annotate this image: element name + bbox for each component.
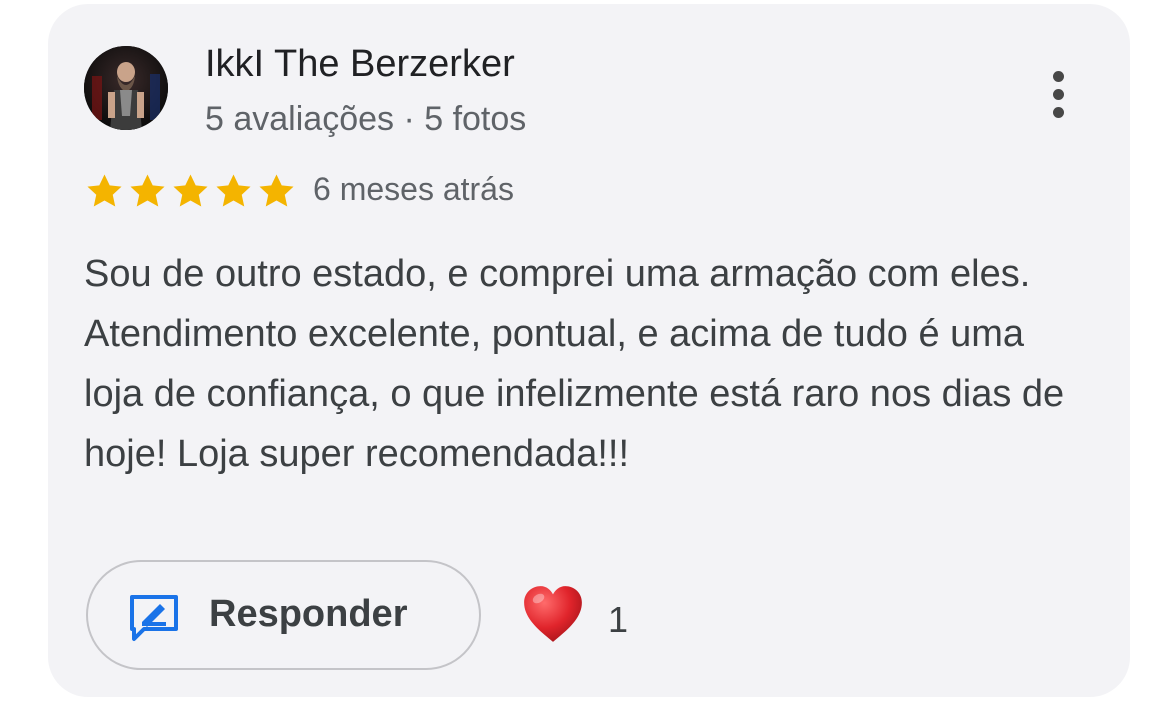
star-icon: [259, 174, 294, 207]
reply-button-label: Responder: [209, 593, 408, 635]
more-vert-icon-dot: [1052, 70, 1064, 82]
star-rating: [83, 170, 298, 213]
author-name[interactable]: IkkI The Berzerker: [205, 42, 515, 88]
avatar-photo-icon: [84, 46, 168, 130]
review-text: Sou de outro estado, e comprei uma armaç…: [84, 253, 1065, 475]
reply-edit-icon: [130, 595, 178, 641]
star-icon: [87, 174, 122, 207]
author-avatar[interactable]: [84, 46, 168, 130]
reply-button[interactable]: Responder: [86, 560, 481, 670]
review-time: 6 meses atrás: [313, 171, 514, 207]
more-vert-icon-dot: [1052, 88, 1064, 100]
author-meta[interactable]: 5 avaliações · 5 fotos: [205, 99, 526, 140]
more-vert-icon-dot: [1052, 106, 1064, 118]
review-card: IkkI The Berzerker 5 avaliações · 5 foto…: [48, 4, 1130, 697]
star-icon: [216, 174, 251, 207]
star-icon: [130, 174, 165, 207]
reaction-count: 1: [608, 599, 629, 640]
more-options-button[interactable]: [1033, 59, 1083, 129]
star-icon: [173, 174, 208, 207]
heart-icon[interactable]: [520, 582, 586, 648]
